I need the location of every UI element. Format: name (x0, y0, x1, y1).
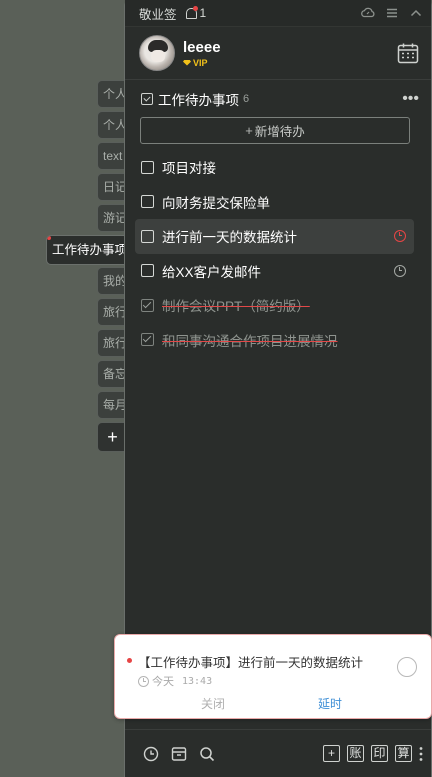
search-icon[interactable] (199, 746, 215, 762)
todo-item-done[interactable]: 制作会议PPT（简约版） (135, 288, 414, 323)
todo-item[interactable]: 项目对接 (135, 150, 414, 185)
bell-icon (185, 6, 198, 19)
reminder-time-value: 13:43 (182, 675, 213, 687)
todo-checkbox[interactable] (141, 229, 154, 243)
tab-personal-2[interactable]: 个人 (97, 111, 127, 139)
todo-checkbox[interactable] (141, 195, 154, 209)
add-tab-button[interactable]: + (97, 422, 127, 452)
tab-memo[interactable]: 备忘 (97, 360, 127, 388)
todo-checkbox-checked[interactable] (141, 333, 154, 347)
reminder-day: 今天 (152, 676, 174, 688)
cloud-sync-icon[interactable] (361, 6, 375, 20)
archive-icon[interactable] (171, 746, 187, 762)
todo-item[interactable]: 给XX客户发邮件 (135, 254, 414, 289)
delay-button[interactable]: 延时 (318, 695, 342, 712)
user-info: leeee VIP (183, 39, 221, 68)
clock-icon (138, 675, 149, 687)
reminder-title: 【工作待办事项】进行前一天的数据统计 (138, 656, 364, 670)
reminder-clock-icon[interactable] (394, 230, 406, 242)
add-todo-label: 新增待办 (254, 125, 305, 139)
add-button[interactable]: + (323, 745, 340, 762)
list-header: 工作待办事项 6 ••• (125, 80, 431, 118)
complete-circle-button[interactable] (397, 657, 417, 677)
tab-mine[interactable]: 我的 (97, 267, 127, 295)
clock-icon[interactable] (143, 746, 159, 762)
active-dot (47, 236, 51, 240)
app-brand[interactable]: 敬业签 (139, 4, 177, 23)
print-button[interactable]: 印 (371, 745, 388, 762)
close-button[interactable]: 关闭 (201, 695, 225, 712)
todo-text: 和同事沟通合作项目进展情况 (162, 333, 338, 349)
more-options-icon[interactable]: ••• (402, 91, 419, 107)
tab-label: 工作待办事项 (52, 243, 127, 257)
todo-checkbox[interactable] (141, 160, 154, 174)
todo-text: 向财务提交保险单 (162, 195, 270, 211)
tab-travel-notes[interactable]: 游记 (97, 204, 127, 232)
unread-dot (127, 658, 132, 663)
todo-item-done[interactable]: 和同事沟通合作项目进展情况 (135, 323, 414, 358)
user-header: leeee VIP (125, 27, 431, 80)
chevron-up-icon[interactable] (409, 6, 423, 20)
add-todo-button[interactable]: + 新增待办 (140, 117, 410, 144)
tab-travel-2[interactable]: 旅行 (97, 329, 127, 357)
list-count: 6 (243, 93, 250, 105)
diamond-icon (183, 59, 191, 66)
todo-text: 进行前一天的数据统计 (162, 230, 297, 246)
todo-list-icon (141, 93, 153, 105)
todo-item-highlighted[interactable]: 进行前一天的数据统计 (135, 219, 414, 254)
user-name: leeee (183, 38, 221, 56)
todo-checkbox-checked[interactable] (141, 298, 154, 312)
reminder-time: 今天 13:43 (138, 673, 212, 689)
tab-text[interactable]: text (97, 142, 127, 170)
reminder-clock-icon[interactable] (394, 264, 406, 277)
account-button[interactable]: 账 (347, 745, 364, 762)
tab-work-todo[interactable]: 工作待办事项 (46, 235, 127, 265)
tab-monthly[interactable]: 每月 (97, 391, 127, 419)
notification-bell[interactable]: 1 (185, 6, 207, 20)
tab-label: text (103, 149, 123, 163)
calculator-button[interactable]: 算 (395, 745, 412, 762)
tab-personal-1[interactable]: 个人 (97, 80, 127, 108)
todo-text: 给XX客户发邮件 (162, 264, 262, 280)
notification-count: 1 (199, 6, 207, 20)
top-bar: 敬业签 1 (125, 0, 431, 27)
todo-text: 项目对接 (162, 161, 216, 177)
menu-icon[interactable] (385, 6, 399, 20)
reminder-popup: 【工作待办事项】进行前一天的数据统计 今天 13:43 关闭 延时 (114, 634, 432, 719)
plus-icon: + (245, 123, 253, 138)
tab-diary[interactable]: 日记 (97, 173, 127, 201)
calendar-icon[interactable] (397, 42, 419, 64)
vip-badge[interactable]: VIP (183, 58, 221, 68)
vip-label: VIP (193, 57, 208, 68)
kebab-menu-icon[interactable] (419, 746, 423, 762)
bottom-toolbar: + 账 印 算 (125, 729, 431, 777)
todo-checkbox[interactable] (141, 264, 154, 278)
todo-item[interactable]: 向财务提交保险单 (135, 185, 414, 220)
list-title: 工作待办事项 (158, 93, 239, 108)
todo-text: 制作会议PPT（简约版） (162, 299, 310, 315)
tab-travel-1[interactable]: 旅行 (97, 298, 127, 326)
todo-list: 项目对接 向财务提交保险单 进行前一天的数据统计 给XX客户发邮件 制作会议PP… (125, 150, 431, 357)
plus-icon: + (107, 427, 118, 447)
avatar[interactable] (139, 35, 175, 71)
